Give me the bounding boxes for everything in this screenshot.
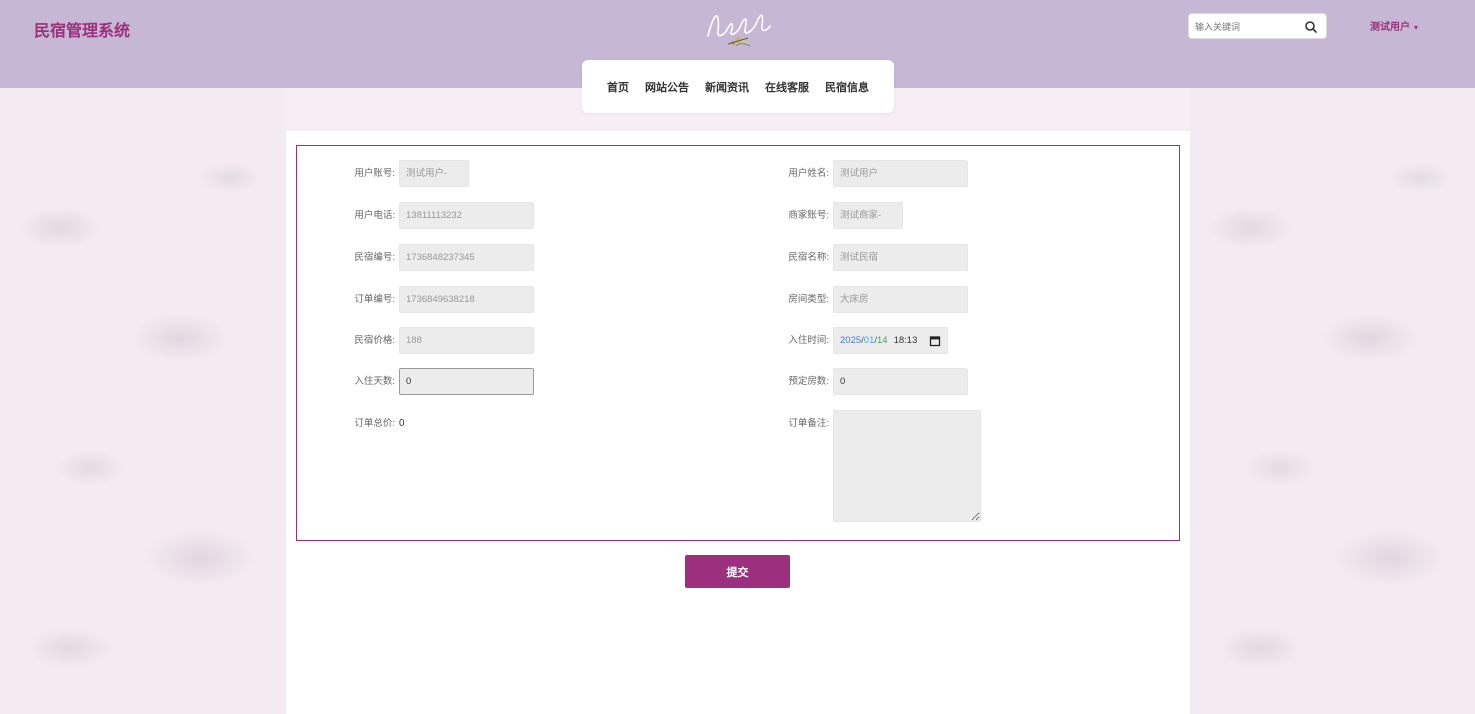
room-type-input[interactable]: 大床房 — [833, 286, 968, 313]
homestay-no-label: 民宿编号: — [354, 252, 395, 263]
field-total: 订单总价: 0 — [345, 410, 405, 437]
room-type-label: 房间类型: — [788, 294, 829, 305]
field-price: 民宿价格: 188 — [345, 327, 534, 354]
days-label: 入住天数: — [354, 376, 395, 387]
field-rooms: 预定房数: 0 — [779, 368, 968, 395]
field-remark: 订单备注: — [779, 410, 981, 522]
total-value: 0 — [399, 418, 405, 429]
field-checkin-time: 入住时间: 2025/01/14 18:13 — [779, 327, 949, 354]
total-label: 订单总价: — [354, 418, 395, 429]
merchant-account-label: 商家账号: — [788, 210, 829, 221]
user-account-label: 用户账号: — [354, 168, 395, 179]
submit-button[interactable]: 提交 — [685, 555, 790, 588]
nav-item-announcements[interactable]: 网站公告 — [645, 79, 689, 95]
logo-floral-script — [707, 14, 771, 47]
user-name: 测试用户 — [1370, 22, 1410, 33]
search-box — [1188, 13, 1327, 39]
rooms-input[interactable]: 0 — [833, 368, 968, 395]
field-homestay-name: 民宿名称: 测试民宿 — [779, 244, 968, 271]
homestay-name-label: 民宿名称: — [788, 252, 829, 263]
background-floral-left — [0, 88, 286, 714]
merchant-account-input[interactable]: 测试商家- — [833, 202, 903, 229]
field-user-phone: 用户电话: 13811113232 — [345, 202, 534, 229]
main-content: 用户账号: 测试用户- 用户姓名: 测试用户 用户电话: 13811113232… — [286, 131, 1190, 714]
search-input[interactable] — [1195, 19, 1295, 34]
nav-item-home[interactable]: 首页 — [607, 79, 629, 95]
user-name-label: 用户姓名: — [788, 168, 829, 179]
checkin-time-label: 入住时间: — [788, 335, 829, 346]
order-form: 用户账号: 测试用户- 用户姓名: 测试用户 用户电话: 13811113232… — [296, 145, 1180, 541]
checkin-day: 14 — [877, 335, 888, 346]
field-user-account: 用户账号: 测试用户- — [345, 160, 469, 187]
homestay-no-input[interactable]: 1736848237345 — [399, 244, 534, 271]
chevron-down-icon: ▾ — [1414, 23, 1419, 32]
field-days: 入住天数: 0 — [345, 368, 534, 395]
search-icon[interactable] — [1304, 20, 1318, 34]
price-input[interactable]: 188 — [399, 327, 534, 354]
remark-textarea[interactable] — [833, 410, 981, 522]
nav-item-online-service[interactable]: 在线客服 — [765, 79, 809, 95]
checkin-time-input[interactable]: 2025/01/14 18:13 — [833, 327, 949, 354]
field-homestay-no: 民宿编号: 1736848237345 — [345, 244, 534, 271]
checkin-clock: 18:13 — [893, 335, 918, 346]
checkin-month: 01 — [863, 335, 875, 346]
field-order-no: 订单编号: 1736849638218 — [345, 286, 534, 313]
background-floral-right — [1190, 88, 1475, 714]
homestay-name-input[interactable]: 测试民宿 — [833, 244, 968, 271]
user-menu[interactable]: 测试用户 ▾ — [1370, 18, 1418, 33]
calendar-icon[interactable] — [929, 335, 941, 347]
nav-item-homestay-info[interactable]: 民宿信息 — [825, 79, 869, 95]
order-no-input[interactable]: 1736849638218 — [399, 286, 534, 313]
user-name-input[interactable]: 测试用户 — [833, 160, 968, 187]
user-phone-label: 用户电话: — [354, 210, 395, 221]
order-no-label: 订单编号: — [354, 294, 395, 305]
user-account-input[interactable]: 测试用户- — [399, 160, 469, 187]
price-label: 民宿价格: — [354, 335, 395, 346]
user-phone-input[interactable]: 13811113232 — [399, 202, 534, 229]
site-title: 民宿管理系统 — [34, 23, 131, 40]
field-room-type: 房间类型: 大床房 — [779, 286, 968, 313]
field-merchant-account: 商家账号: 测试商家- — [779, 202, 903, 229]
nav-item-news[interactable]: 新闻资讯 — [705, 79, 749, 95]
field-user-name: 用户姓名: 测试用户 — [779, 160, 968, 187]
remark-label: 订单备注: — [788, 418, 829, 429]
days-input[interactable]: 0 — [399, 368, 534, 395]
rooms-label: 预定房数: — [788, 376, 829, 387]
main-nav: 首页 网站公告 新闻资讯 在线客服 民宿信息 — [582, 60, 894, 113]
checkin-year: 2025 — [840, 335, 862, 346]
